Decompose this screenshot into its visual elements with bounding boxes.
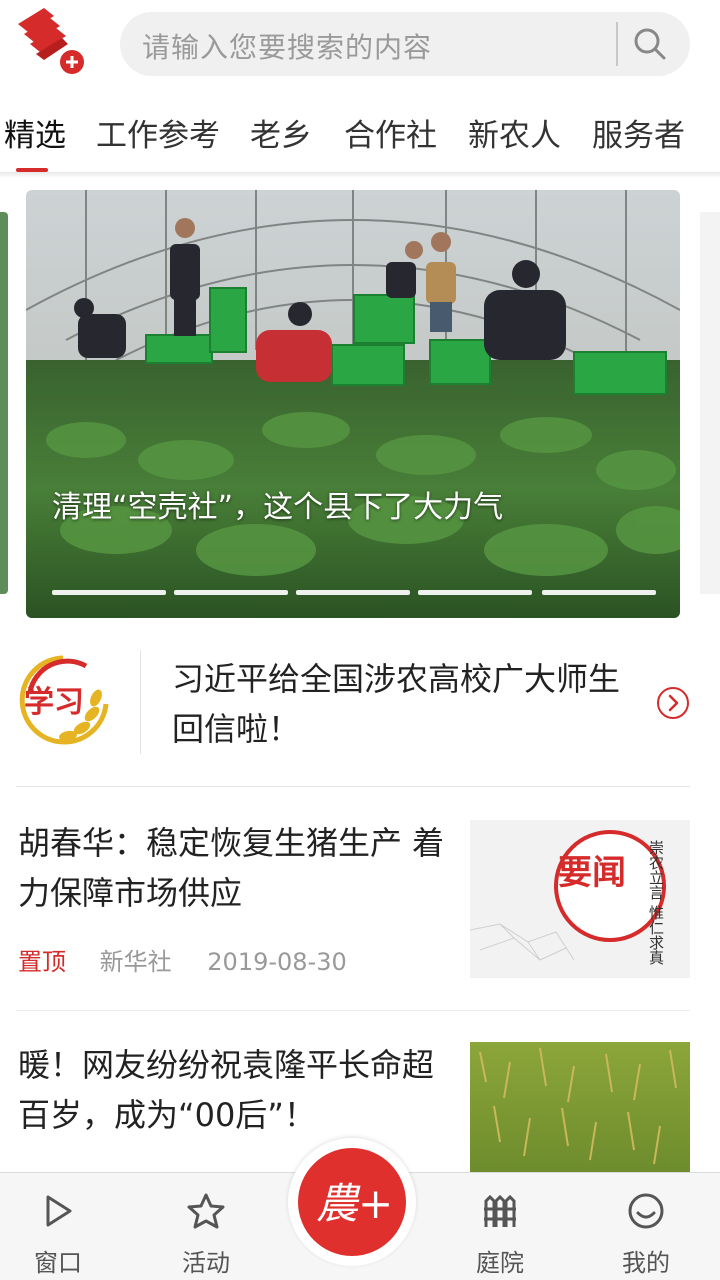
study-logo-text: 学习 xyxy=(24,685,84,720)
news-item[interactable]: 胡春华：稳定恢复生猪生产 着力保障市场供应 置顶 新华社 2019-08-30 … xyxy=(0,808,720,1008)
center-action-label: 農+ xyxy=(316,1179,393,1228)
header: 请输入您要搜索的内容 xyxy=(0,0,720,88)
tab-cooperative[interactable]: 合作社 xyxy=(344,110,437,155)
study-headline-row[interactable]: 学习 习近平给全国涉农高校广大师生回信啦！ xyxy=(0,640,720,786)
pinned-badge: 置顶 xyxy=(18,948,66,976)
tab-selected[interactable]: 精选 xyxy=(4,110,66,155)
tab-service-providers[interactable]: 服务者 xyxy=(592,110,685,155)
news-title[interactable]: 胡春华：稳定恢复生猪生产 着力保障市场供应 xyxy=(18,818,458,918)
news-meta: 置顶 新华社 2019-08-30 xyxy=(18,942,347,977)
divider xyxy=(16,1010,690,1011)
carousel-next-peek[interactable] xyxy=(700,212,720,594)
news-thumbnail[interactable]: 要闻 崇农立言 惟仁求真 xyxy=(470,820,690,978)
carousel-dot[interactable] xyxy=(296,590,410,595)
carousel-dot[interactable] xyxy=(542,590,656,595)
nav-label: 窗口 xyxy=(34,1249,82,1277)
category-tabs: 精选 工作参考 老乡 合作社 新农人 服务者 xyxy=(0,98,720,174)
nav-label: 我的 xyxy=(622,1249,670,1277)
featured-carousel[interactable]: 清理“空壳社”，这个县下了大力气 xyxy=(26,190,680,618)
center-action-button[interactable]: 農+ xyxy=(288,1138,416,1266)
search-input[interactable]: 请输入您要搜索的内容 xyxy=(142,26,432,66)
study-logo: 学习 xyxy=(16,652,110,750)
thumb-vertical-text: 崇农立言 惟仁求真 xyxy=(647,840,665,965)
greenhouse-photo xyxy=(26,190,680,618)
news-source: 新华社 xyxy=(99,948,172,976)
carousel-dot[interactable] xyxy=(174,590,288,595)
tab-new-farmers[interactable]: 新农人 xyxy=(468,110,561,155)
carousel-dot[interactable] xyxy=(52,590,166,595)
tab-work-reference[interactable]: 工作参考 xyxy=(96,110,220,155)
study-separator xyxy=(140,650,141,754)
search-bar[interactable]: 请输入您要搜索的内容 xyxy=(120,12,690,76)
fence-icon xyxy=(484,1194,516,1227)
tab-villagers[interactable]: 老乡 xyxy=(250,110,312,155)
carousel-indicators xyxy=(52,590,656,596)
search-icon[interactable] xyxy=(632,26,668,62)
news-date: 2019-08-30 xyxy=(207,948,347,976)
smile-icon xyxy=(628,1193,664,1229)
app-logo[interactable] xyxy=(14,2,88,76)
center-action-inner: 農+ xyxy=(298,1148,406,1256)
play-icon xyxy=(46,1195,72,1227)
carousel-dot[interactable] xyxy=(418,590,532,595)
nav-label: 庭院 xyxy=(476,1249,524,1277)
tabs-divider xyxy=(0,172,720,178)
thumb-title: 要闻 xyxy=(558,853,626,893)
nav-label: 活动 xyxy=(182,1249,230,1277)
study-headline[interactable]: 习近平给全国涉农高校广大师生回信啦！ xyxy=(172,654,642,754)
divider xyxy=(16,786,690,787)
carousel-prev-peek[interactable] xyxy=(0,212,8,594)
nav-courtyard[interactable]: 庭院 xyxy=(450,1173,550,1280)
nav-window[interactable]: 窗口 xyxy=(8,1173,108,1280)
news-title[interactable]: 暖！网友纷纷祝袁隆平长命超百岁，成为“00后”！ xyxy=(18,1040,458,1140)
star-icon xyxy=(187,1193,225,1229)
chevron-right-icon[interactable] xyxy=(656,686,690,720)
carousel-caption[interactable]: 清理“空壳社”，这个县下了大力气 xyxy=(52,482,503,526)
search-divider xyxy=(616,22,618,66)
nav-activities[interactable]: 活动 xyxy=(156,1173,256,1280)
nav-mine[interactable]: 我的 xyxy=(596,1173,696,1280)
